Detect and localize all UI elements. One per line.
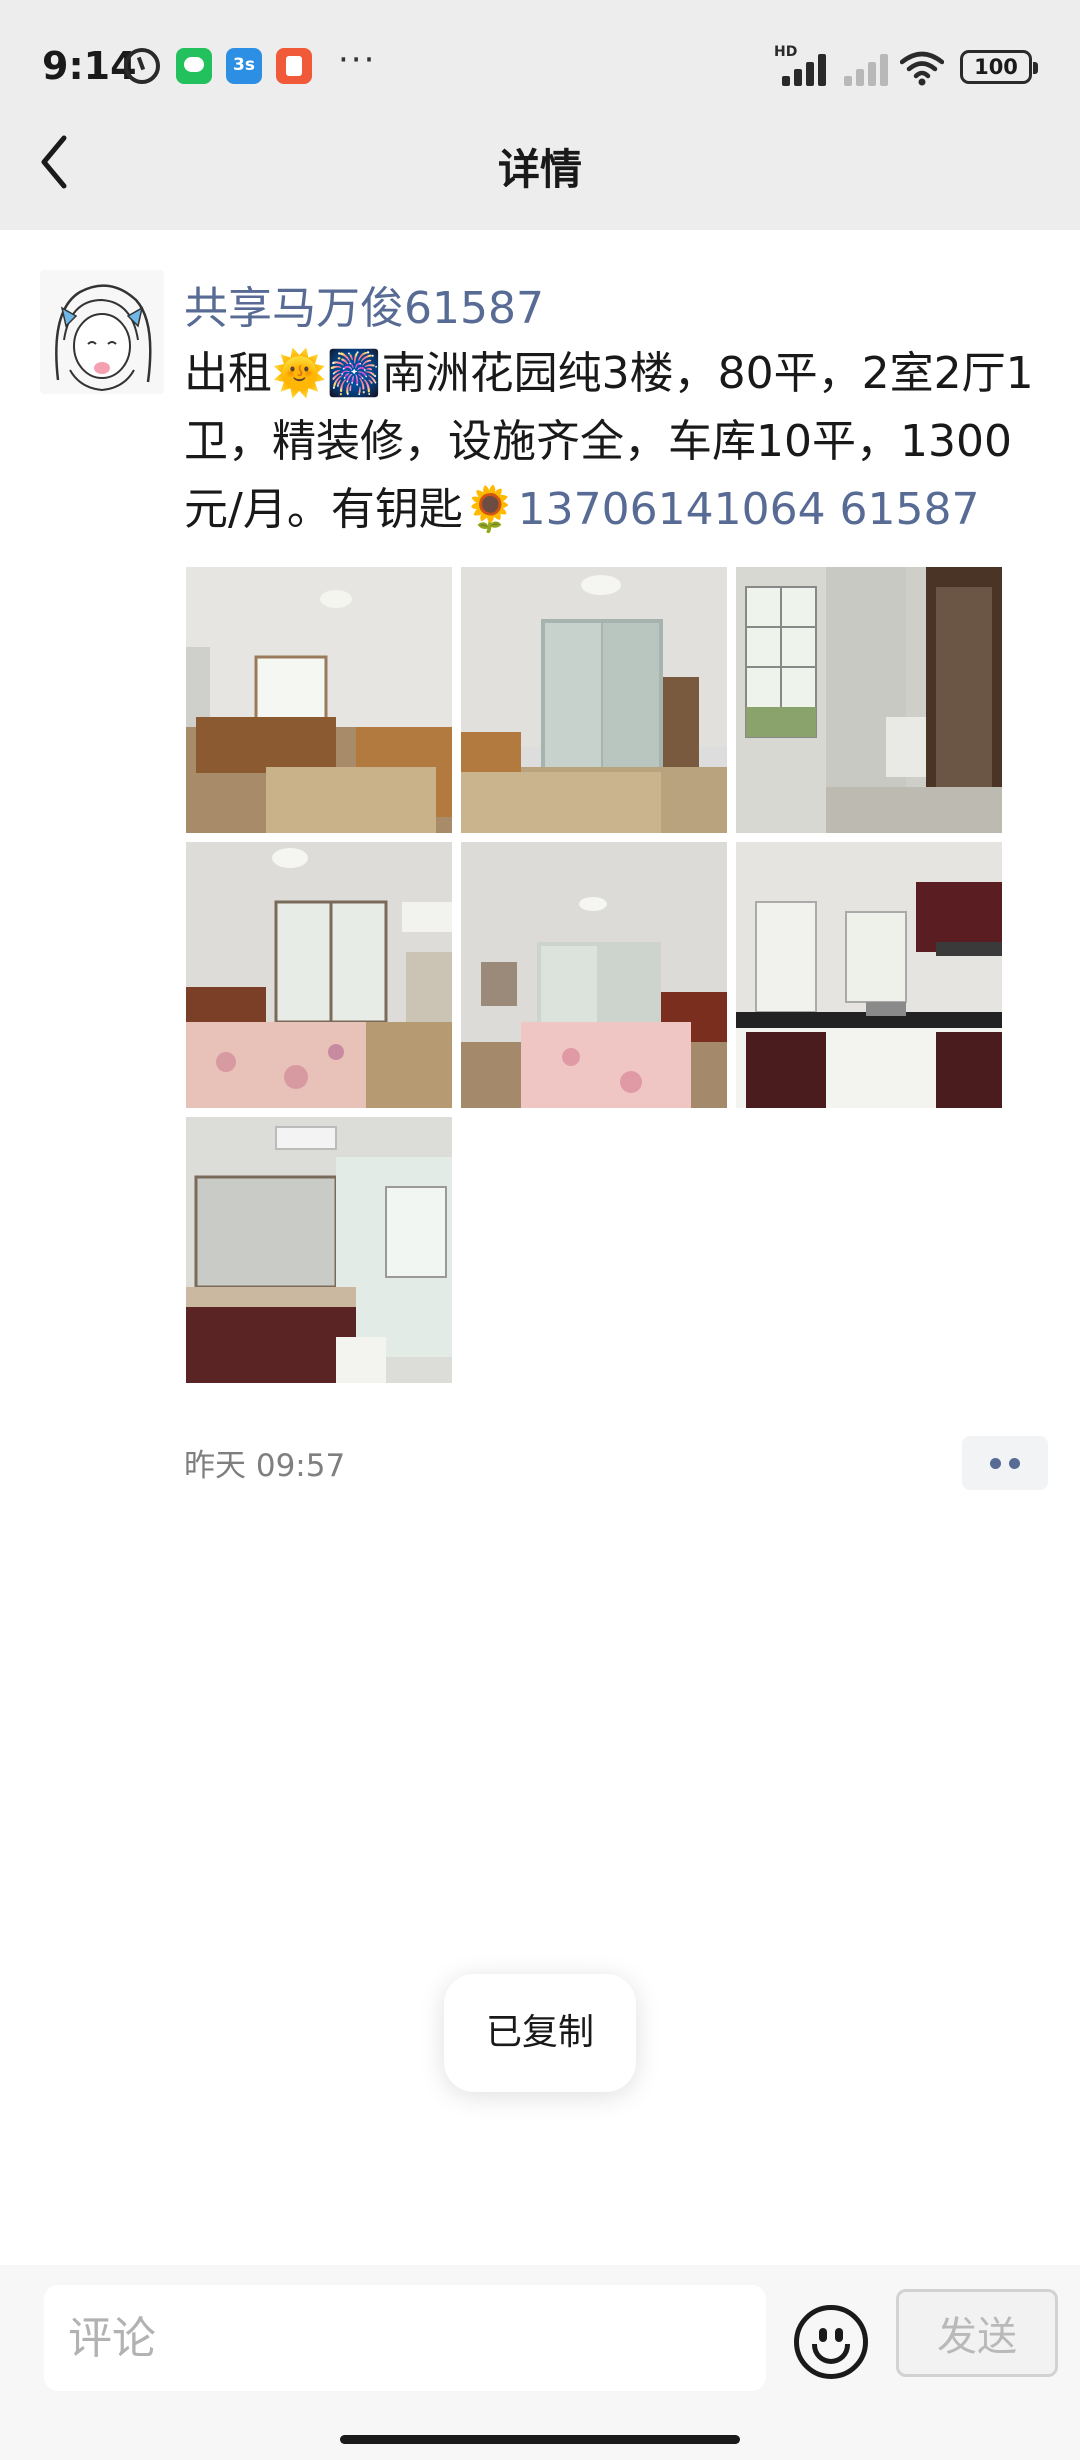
home-indicator[interactable] [340, 2435, 740, 2444]
battery-icon: 100 [960, 50, 1038, 84]
avatar[interactable] [40, 270, 164, 394]
post-username[interactable]: 共享马万俊61587 [184, 272, 544, 336]
post-timestamp: 昨天 09:57 [184, 1448, 346, 1484]
comment-bar: 发送 [0, 2265, 1080, 2460]
phone-link[interactable]: 13706141064 61587 [518, 484, 980, 535]
photo-balcony[interactable] [736, 567, 1002, 833]
comment-input[interactable] [44, 2285, 766, 2391]
top-bar: 9:14 3s ··· HD 100 详情 [0, 0, 1080, 230]
sunflower-emoji-icon: 🌻 [462, 484, 518, 535]
post-text-intro: 出租 [184, 348, 272, 399]
status-time: 9:14 [42, 44, 137, 88]
fireworks-emoji-icon: 🎆 [326, 348, 382, 399]
photo-bedroom-pink-bed[interactable] [461, 842, 727, 1108]
photo-bedroom-window[interactable] [186, 567, 452, 833]
page-title: 详情 [497, 145, 582, 194]
photo-kitchen[interactable] [736, 842, 1002, 1108]
wechat-icon [176, 48, 212, 84]
alarm-icon [124, 48, 160, 84]
smiley-icon[interactable] [794, 2305, 868, 2379]
signal-icon [780, 50, 836, 86]
copied-toast: 已复制 [444, 1974, 636, 2092]
send-button[interactable]: 发送 [896, 2289, 1058, 2377]
more-actions-button[interactable] [962, 1436, 1048, 1490]
photo-bedroom-balcony-door[interactable] [186, 842, 452, 1108]
photo-bathroom[interactable] [186, 1117, 452, 1383]
screen: 9:14 3s ··· HD 100 详情 共享马万俊61587 出租🌞🎆南洲花… [0, 0, 1080, 2460]
photo-bedroom-wardrobe[interactable] [461, 567, 727, 833]
3s-app-icon: 3s [226, 48, 262, 84]
post-text: 出租🌞🎆南洲花园纯3楼，80平，2室2厅1卫，精装修，设施齐全，车库10平，13… [184, 340, 1054, 544]
sun-emoji-icon: 🌞 [272, 348, 327, 399]
wifi-icon [900, 51, 944, 86]
status-more-icon: ··· [338, 40, 377, 80]
signal-weak-icon [842, 50, 898, 86]
red-app-icon [276, 48, 312, 84]
